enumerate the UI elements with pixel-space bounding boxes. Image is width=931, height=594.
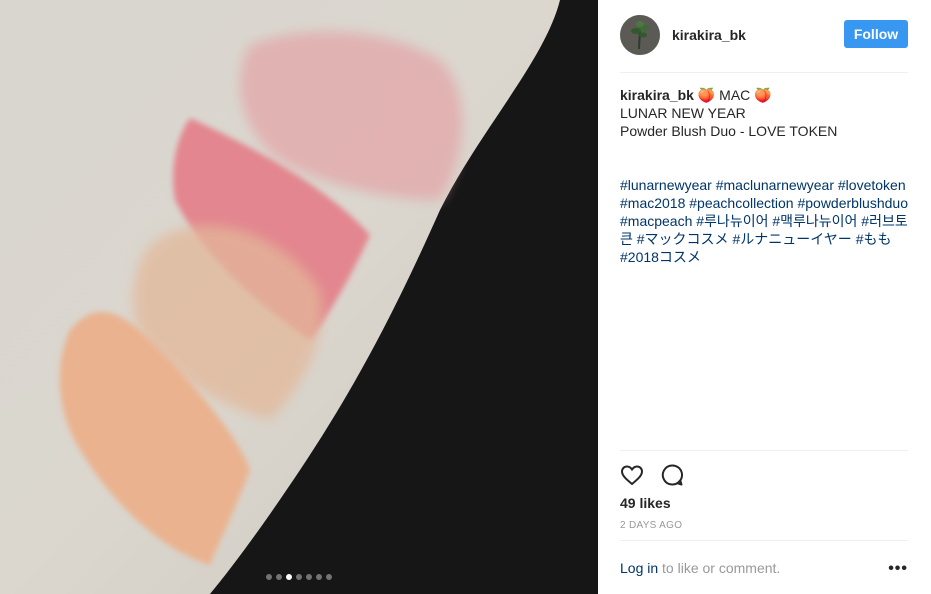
post-caption: kirakira_bk 🍑 MAC 🍑 LUNAR NEW YEAR Powde… — [620, 86, 910, 140]
caption-line-3: Powder Blush Duo - LOVE TOKEN — [620, 123, 838, 139]
carousel-dot[interactable] — [276, 574, 282, 580]
likes-count[interactable]: 49 likes — [620, 495, 671, 511]
login-prompt: Log in to like or comment. — [620, 560, 780, 576]
carousel-indicator — [0, 574, 598, 580]
follow-button[interactable]: Follow — [844, 20, 908, 48]
login-prompt-text: to like or comment. — [658, 560, 781, 576]
hashtag-list[interactable]: #lunarnewyear #maclunarnewyear #lovetoke… — [620, 176, 912, 266]
footer-divider — [620, 540, 908, 541]
carousel-dot[interactable] — [296, 574, 302, 580]
post-timestamp: 2 DAYS AGO — [620, 520, 683, 531]
more-options-icon[interactable]: ••• — [888, 560, 908, 578]
post-header: kirakira_bk Follow — [620, 14, 908, 56]
carousel-dot[interactable] — [286, 574, 292, 580]
caption-username[interactable]: kirakira_bk — [620, 87, 694, 103]
carousel-dot[interactable] — [326, 574, 332, 580]
actions-divider — [620, 450, 908, 451]
carousel-dot[interactable] — [306, 574, 312, 580]
caption-line-1: 🍑 MAC 🍑 — [693, 87, 772, 103]
avatar[interactable] — [620, 15, 660, 55]
post-username[interactable]: kirakira_bk — [672, 27, 746, 43]
login-link[interactable]: Log in — [620, 560, 658, 576]
heart-icon[interactable] — [620, 463, 644, 487]
header-divider — [620, 72, 908, 73]
post-image[interactable] — [0, 0, 598, 594]
comment-icon[interactable] — [660, 463, 684, 487]
carousel-dot[interactable] — [316, 574, 322, 580]
plant-icon — [620, 15, 660, 55]
caption-line-2: LUNAR NEW YEAR — [620, 105, 746, 121]
carousel-dot[interactable] — [266, 574, 272, 580]
swatch-photo — [0, 0, 598, 594]
action-bar — [620, 462, 684, 488]
post-sidebar: kirakira_bk Follow kirakira_bk 🍑 MAC 🍑 L… — [598, 0, 931, 594]
